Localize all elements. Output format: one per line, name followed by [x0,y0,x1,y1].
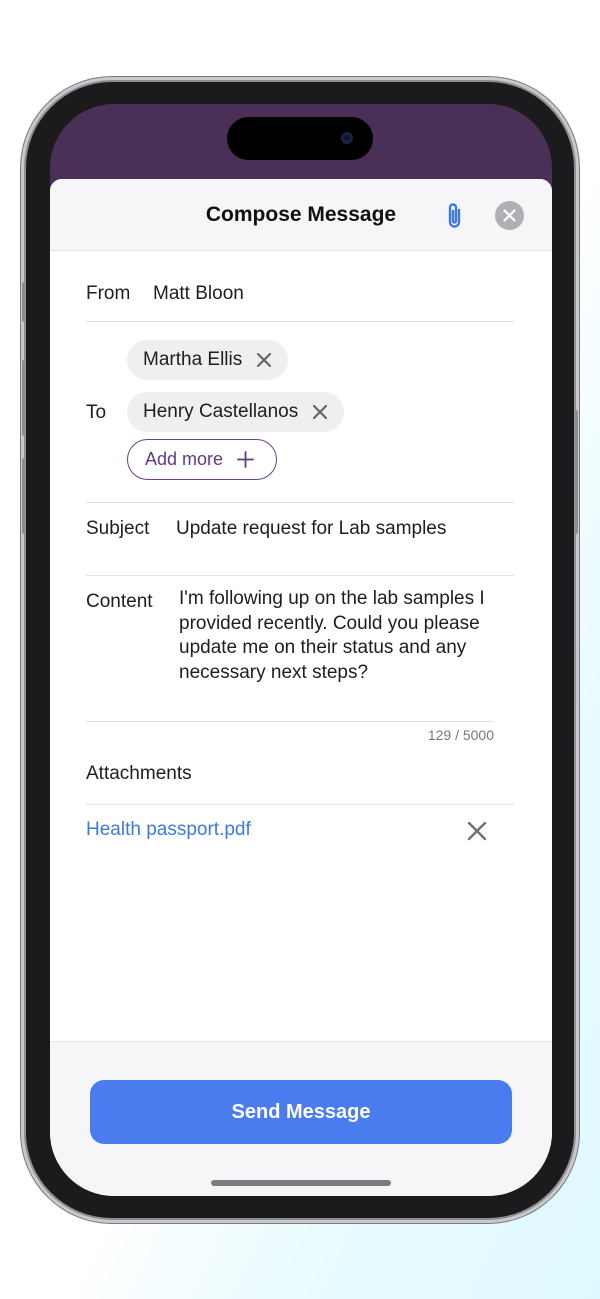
remove-recipient-icon[interactable] [312,404,328,420]
recipient-chip[interactable]: Martha Ellis [127,340,289,380]
from-value: Matt Bloon [153,283,244,304]
content-label: Content [86,591,153,612]
remove-recipient-icon[interactable] [256,352,272,368]
attachments-title: Attachments [86,763,192,784]
subject-label: Subject [86,518,150,539]
add-more-button[interactable]: Add more [127,439,277,480]
close-icon [503,209,516,222]
divider [86,804,514,805]
divider [86,721,494,722]
divider [86,575,514,576]
phone-side-button [22,360,26,436]
phone-side-button [22,458,26,534]
remove-attachment-icon[interactable] [467,821,487,841]
recipient-name: Martha Ellis [143,349,243,370]
from-label: From [86,283,131,304]
send-message-button[interactable]: Send Message [90,1080,512,1144]
page-title: Compose Message [205,203,397,226]
subject-input[interactable]: Update request for Lab samples [176,518,446,540]
attachment-link[interactable]: Health passport.pdf [86,819,251,841]
phone-side-button [574,410,578,534]
plus-icon [237,451,254,468]
recipient-chip[interactable]: Henry Castellanos [127,392,345,432]
divider [86,321,514,322]
dynamic-island [227,117,373,160]
compose-header: Compose Message [50,179,552,251]
compose-footer: Send Message [50,1041,552,1196]
phone-screen: Compose Message From Matt Bloon To Marth… [50,104,552,1196]
phone-side-button [22,282,26,322]
compose-sheet: Compose Message From Matt Bloon To Marth… [50,179,552,1196]
to-label: To [86,402,107,423]
recipient-name: Henry Castellanos [143,401,299,422]
close-button[interactable] [495,201,524,230]
content-textarea[interactable]: I'm following up on the lab samples I pr… [179,587,509,685]
divider [86,502,514,503]
paperclip-icon[interactable] [442,201,468,231]
camera-icon [341,132,353,144]
add-more-label: Add more [145,449,224,469]
character-counter: 129 / 5000 [427,727,494,743]
home-indicator[interactable] [211,1180,391,1186]
